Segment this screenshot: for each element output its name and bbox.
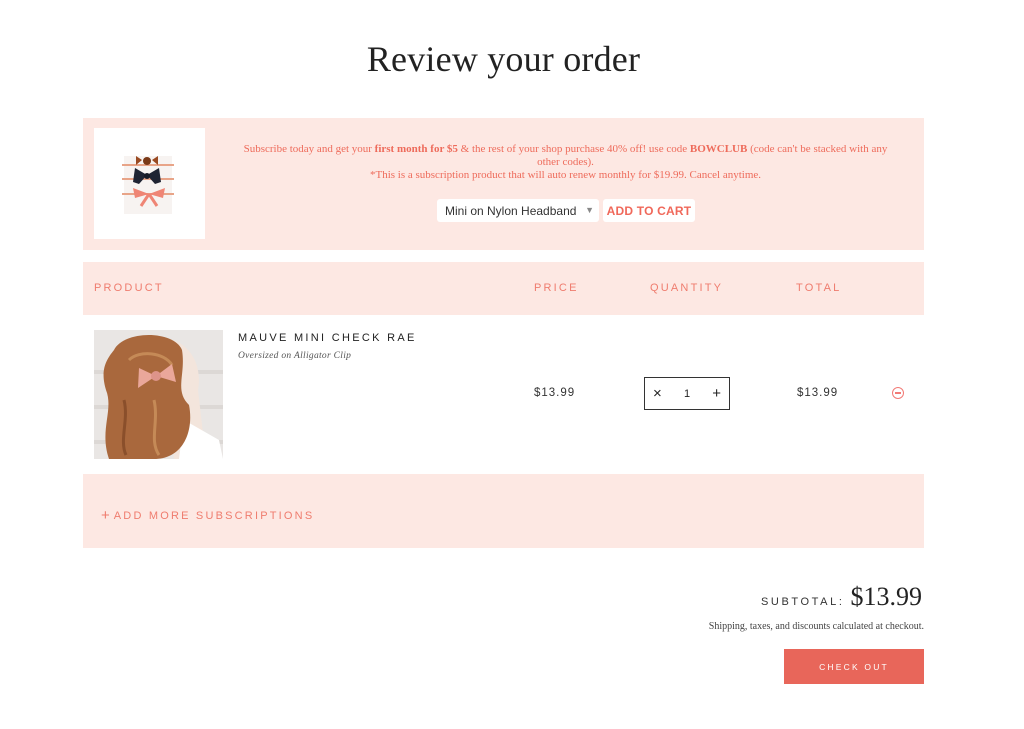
line-item-total: $13.99 xyxy=(797,387,839,399)
header-product: PRODUCT xyxy=(94,282,164,294)
line-item-name[interactable]: MAUVE MINI CHECK RAE xyxy=(238,332,417,344)
promo-message: Subscribe today and get your first month… xyxy=(233,143,898,182)
promo-text-segment: & the rest of your shop purchase 40% off… xyxy=(457,143,690,155)
quantity-stepper: × 1 + xyxy=(644,377,730,410)
line-item-variant: Oversized on Alligator Clip xyxy=(238,351,352,361)
remove-item-icon[interactable] xyxy=(892,387,904,399)
line-item-price: $13.99 xyxy=(534,387,576,399)
quantity-value[interactable]: 1 xyxy=(684,388,690,400)
line-item-image[interactable] xyxy=(94,330,223,459)
header-total: TOTAL xyxy=(796,282,842,294)
promo-controls: Mini on Nylon Headband ▼ ADD TO CART xyxy=(437,199,695,222)
variant-select[interactable]: Mini on Nylon Headband ▼ xyxy=(437,199,599,222)
promo-code: BOWCLUB xyxy=(689,143,748,155)
header-quantity: QUANTITY xyxy=(650,282,724,294)
shipping-note: Shipping, taxes, and discounts calculate… xyxy=(708,621,924,632)
promo-offer-highlight: first month for $5 xyxy=(374,143,458,155)
checkout-button[interactable]: CHECK OUT xyxy=(784,649,924,684)
dropdown-caret-icon: ▼ xyxy=(585,205,594,215)
product-photo xyxy=(94,330,223,459)
decrease-quantity-icon[interactable]: × xyxy=(653,385,662,402)
cart-table-header: PRODUCT PRICE QUANTITY TOTAL xyxy=(83,262,924,315)
add-more-subscriptions-link[interactable]: + ADD MORE SUBSCRIPTIONS xyxy=(101,507,314,524)
subtotal-label: SUBTOTAL: xyxy=(760,596,845,608)
add-to-cart-button[interactable]: ADD TO CART xyxy=(603,199,695,222)
increase-quantity-icon[interactable]: + xyxy=(712,385,721,402)
bow-headband-image xyxy=(122,156,174,214)
subtotal: SUBTOTAL: $13.99 xyxy=(761,582,922,612)
promo-text-segment: Subscribe today and get your xyxy=(243,143,375,155)
page-title: Review your order xyxy=(366,39,641,79)
header-price: PRICE xyxy=(534,282,579,294)
subscription-promo: Subscribe today and get your first month… xyxy=(83,118,924,250)
cart-line-item: MAUVE MINI CHECK RAE Oversized on Alliga… xyxy=(83,315,924,473)
add-more-label: ADD MORE SUBSCRIPTIONS xyxy=(113,509,315,522)
promo-product-image xyxy=(94,128,205,239)
variant-select-value: Mini on Nylon Headband xyxy=(445,203,577,218)
add-more-section: + ADD MORE SUBSCRIPTIONS xyxy=(83,474,924,548)
subtotal-value: $13.99 xyxy=(850,582,923,611)
promo-disclaimer: *This is a subscription product that wil… xyxy=(369,169,762,181)
plus-icon: + xyxy=(101,507,110,524)
